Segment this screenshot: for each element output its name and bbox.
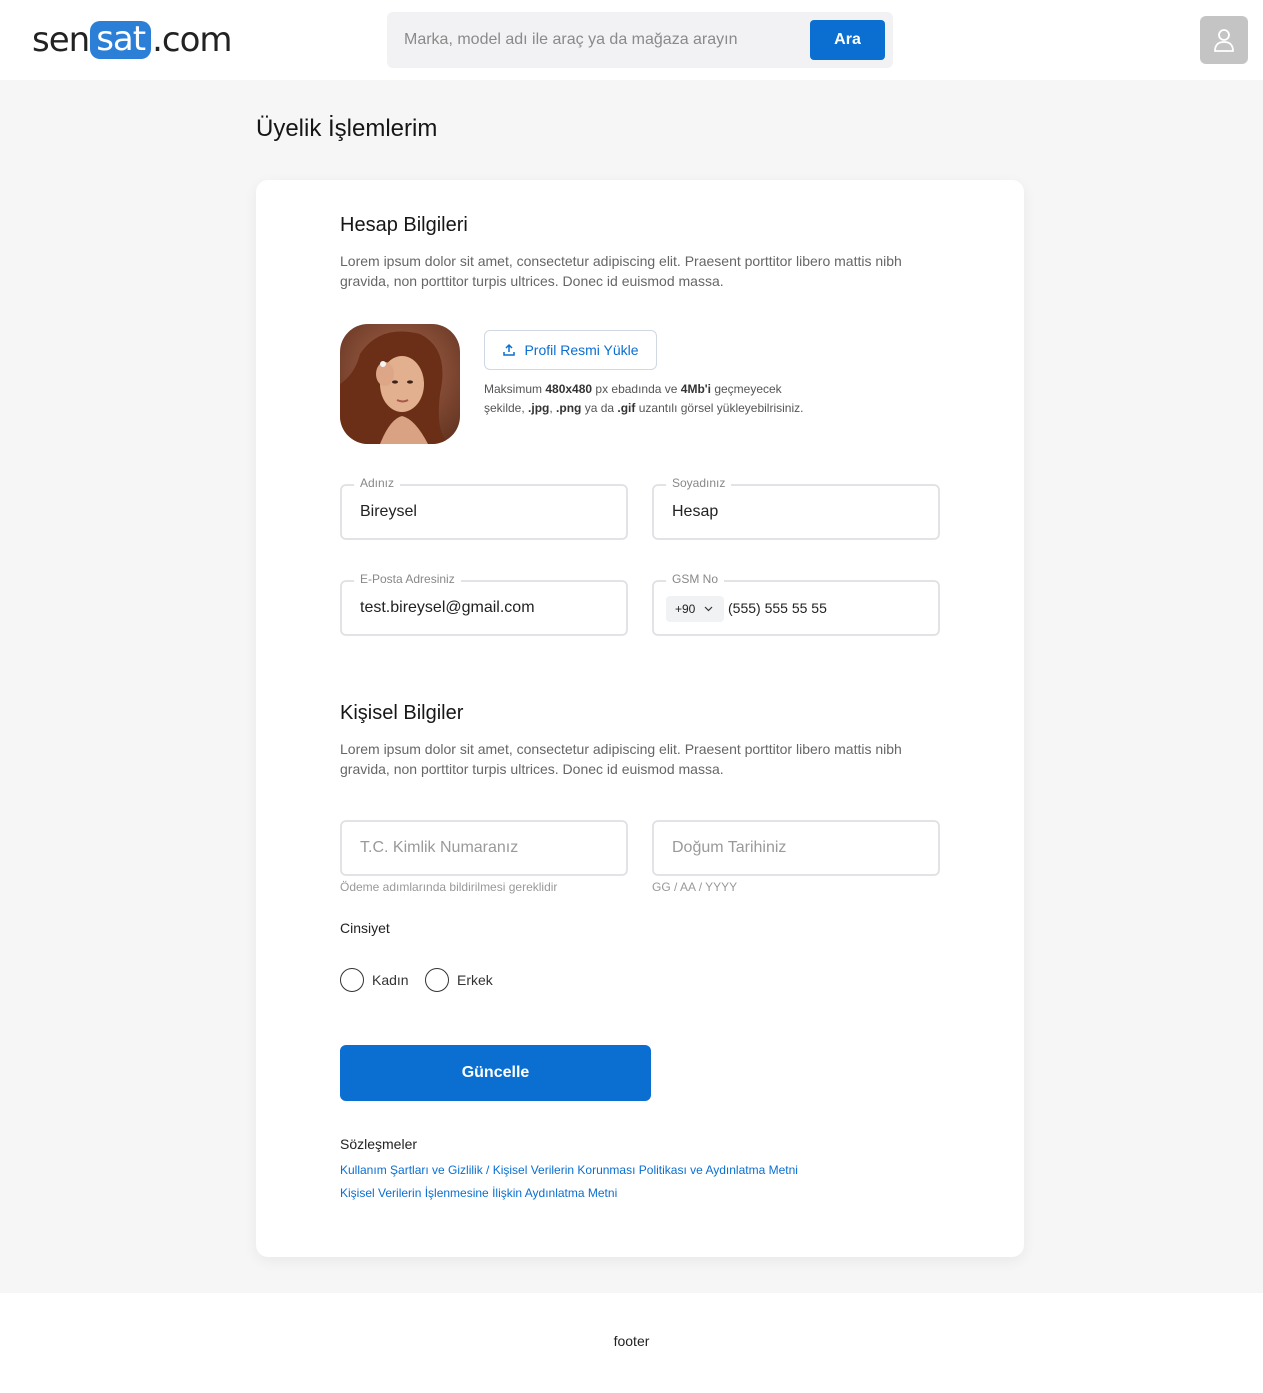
data-processing-link[interactable]: Kişisel Verilerin İşlenmesine İlişkin Ay… (340, 1186, 617, 1200)
chevron-down-icon (704, 606, 713, 612)
search-button[interactable]: Ara (810, 20, 885, 60)
site-logo[interactable]: sen sat .com (32, 20, 233, 60)
tc-id-input[interactable] (360, 822, 610, 874)
gender-option-label: Kadın (372, 972, 409, 988)
gender-label: Cinsiyet (340, 920, 390, 936)
email-field: E-Posta Adresiniz (340, 572, 628, 636)
personal-section-title: Kişisel Bilgiler (340, 702, 464, 724)
last-name-input[interactable] (672, 486, 922, 538)
account-section-description: Lorem ipsum dolor sit amet, consectetur … (340, 253, 902, 289)
phone-field: GSM No +90 (555) 555 55 55 (652, 572, 940, 636)
page-title: Üyelik İşlemlerim (256, 115, 438, 142)
personal-section-description: Lorem ipsum dolor sit amet, consectetur … (340, 741, 902, 777)
radio-circle[interactable] (425, 968, 449, 992)
gender-option-label: Erkek (457, 972, 493, 988)
footer: footer (0, 1293, 1263, 1393)
search-input[interactable] (387, 12, 807, 68)
search-bar: Ara (387, 12, 893, 68)
account-section-title: Hesap Bilgileri (340, 214, 468, 236)
tc-id-field (340, 820, 628, 876)
tc-id-hint: Ödeme adımlarında bildirilmesi gereklidi… (340, 880, 558, 894)
logo-text-sen: sen (32, 20, 90, 60)
gender-option-male[interactable]: Erkek (425, 968, 493, 992)
birth-date-field (652, 820, 940, 876)
upload-requirements-note: Maksimum 480x480 px ebadında ve 4Mb'i ge… (484, 382, 804, 415)
logo-text-com: .com (152, 20, 232, 60)
contracts-title: Sözleşmeler (340, 1136, 418, 1152)
radio-circle[interactable] (340, 968, 364, 992)
last-name-field: Soyadınız (652, 476, 940, 540)
upload-profile-picture-button[interactable]: Profil Resmi Yükle (484, 330, 657, 370)
country-code-value: +90 (675, 602, 696, 616)
user-menu-button[interactable] (1200, 16, 1248, 64)
birth-date-input[interactable] (672, 822, 922, 874)
birth-date-hint: GG / AA / YYYY (652, 880, 738, 894)
upload-button-label: Profil Resmi Yükle (524, 342, 639, 358)
email-input[interactable] (360, 582, 610, 634)
profile-avatar (340, 324, 460, 444)
terms-privacy-link[interactable]: Kullanım Şartları ve Gizlilik / Kişisel … (340, 1163, 798, 1177)
first-name-input[interactable] (360, 486, 610, 538)
first-name-field: Adınız (340, 476, 628, 540)
membership-card: Hesap Bilgileri Lorem ipsum dolor sit am… (256, 180, 1024, 1257)
update-button[interactable]: Güncelle (340, 1045, 651, 1101)
upload-icon (503, 343, 516, 356)
top-header: sensat.com Ara (0, 0, 1263, 80)
phone-number-input[interactable]: (555) 555 55 55 (728, 582, 827, 634)
phone-label: GSM No (666, 572, 725, 586)
user-icon (1214, 29, 1234, 52)
country-code-select[interactable]: +90 (666, 596, 724, 622)
gender-option-female[interactable]: Kadın (340, 968, 409, 992)
logo-text-sat: sat (90, 21, 152, 59)
footer-text: footer (613, 1333, 650, 1349)
